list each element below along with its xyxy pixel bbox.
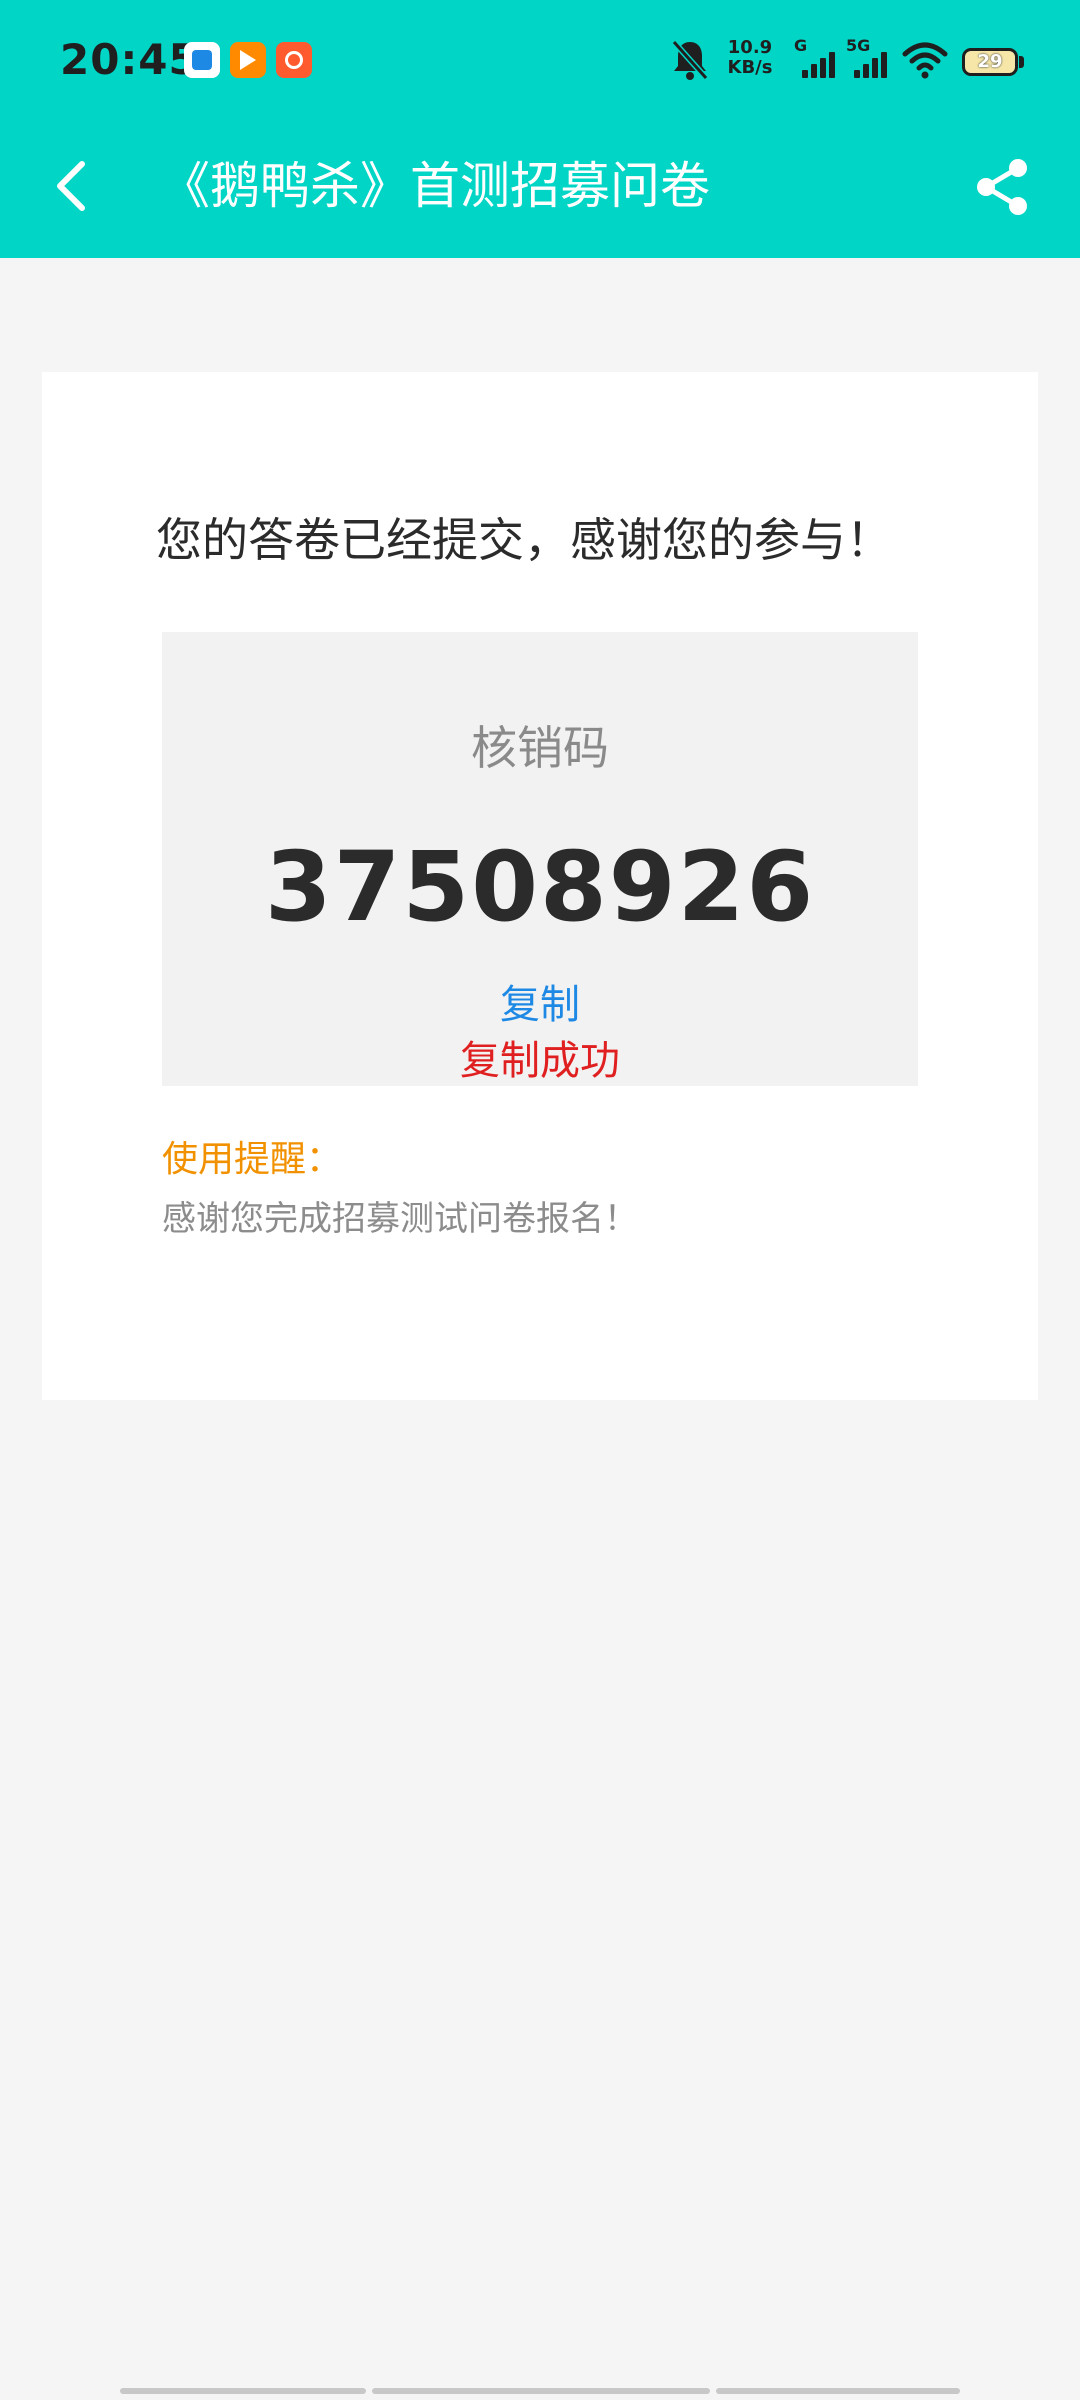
reminder-title: 使用提醒： (162, 1139, 343, 1180)
verification-code-box: 核销码 37508926 复制 复制成功 (162, 632, 918, 1086)
page-title: 《鹅鸭杀》首测招募问卷 (160, 157, 710, 215)
reminder-text: 感谢您完成招募测试问卷报名！ (162, 1199, 638, 1239)
gesture-bar-right[interactable] (716, 2388, 960, 2394)
copy-button[interactable]: 复制 (162, 976, 918, 1034)
shop-app-icon (276, 42, 312, 78)
net-speed-value: 10.9 (727, 37, 773, 58)
back-arrow-icon[interactable] (52, 158, 92, 214)
battery-level: 29 (977, 51, 1003, 72)
mute-icon (671, 40, 709, 80)
app-icon-1 (184, 42, 220, 78)
net-speed: 10.9 KB/s (720, 38, 780, 78)
verification-code: 37508926 (264, 831, 816, 943)
status-time: 20:45 (60, 35, 199, 84)
gesture-bar-left[interactable] (120, 2388, 366, 2394)
result-card: 您的答卷已经提交，感谢您的参与！ 核销码 37508926 复制 复制成功 使用… (42, 372, 1038, 1400)
code-label: 核销码 (471, 721, 609, 775)
share-icon[interactable] (974, 156, 1030, 218)
battery-icon: 29 (962, 48, 1024, 76)
gesture-bar-center[interactable] (372, 2388, 710, 2394)
top-bar: 20:45 10.9 KB/s G 5G 29 《鹅鸭杀》首测招募问卷 (0, 0, 1080, 258)
status-indicators: 10.9 KB/s G 5G 29 (670, 34, 1030, 86)
copy-success-message: 复制成功 (460, 1038, 620, 1084)
video-app-icon (230, 42, 266, 78)
signal-5g-icon: 5G (846, 36, 892, 82)
net-speed-unit: KB/s (727, 57, 773, 78)
wifi-icon (902, 42, 948, 79)
thanks-message: 您的答卷已经提交，感谢您的参与！ (156, 513, 892, 567)
signal-icon: G (794, 36, 840, 82)
